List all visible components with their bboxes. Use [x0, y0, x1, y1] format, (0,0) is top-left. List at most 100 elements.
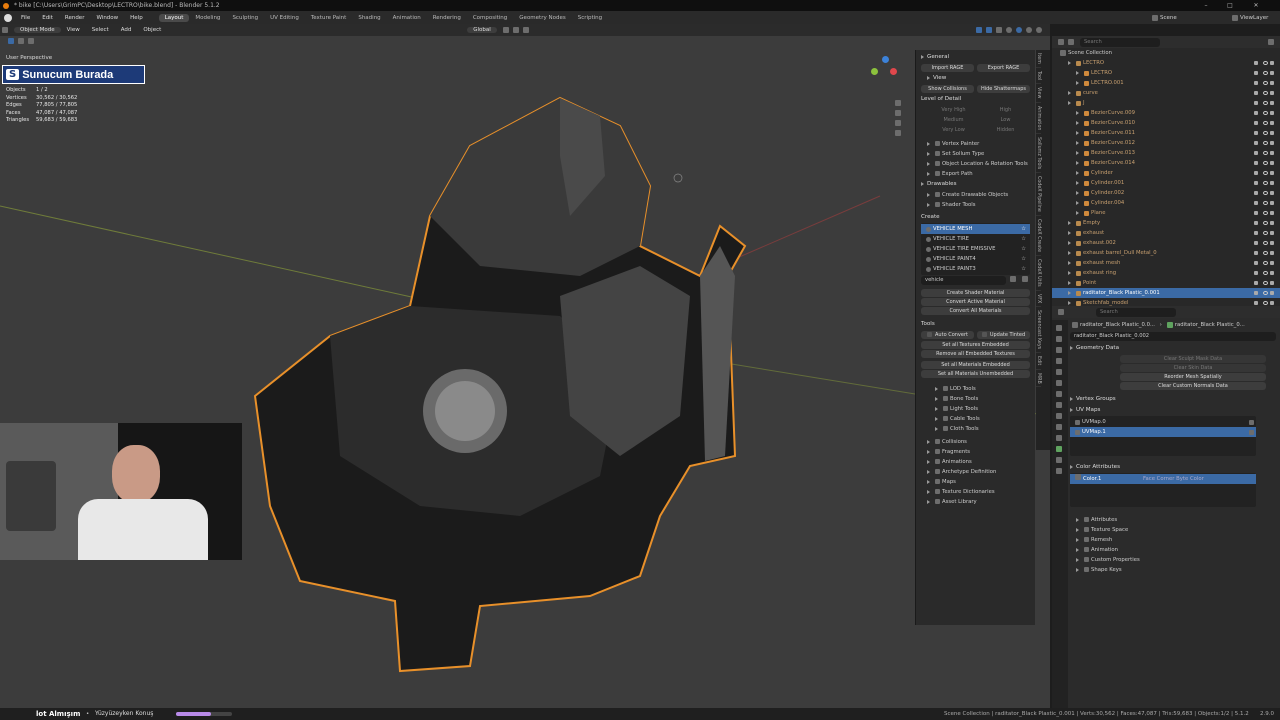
prop-tab-modifiers-icon[interactable]	[1056, 402, 1062, 408]
expand-arrow-icon[interactable]	[927, 141, 930, 146]
update-tinted-button[interactable]: Update Tinted	[977, 331, 1030, 339]
expand-arrow-icon[interactable]	[1076, 121, 1079, 125]
clear-sculpt-button[interactable]: Clear Sculpt Mask Data	[1120, 355, 1266, 363]
selectable-icon[interactable]	[1254, 261, 1258, 265]
outliner-item[interactable]: BezierCurve.012	[1052, 138, 1280, 148]
visibility-eye-icon[interactable]	[1263, 291, 1268, 295]
visibility-eye-icon[interactable]	[1263, 141, 1268, 145]
xray-icon[interactable]	[996, 27, 1002, 33]
shading-solid-icon[interactable]	[1016, 27, 1022, 33]
prop-tab-scene-icon[interactable]	[1056, 369, 1062, 375]
selectable-icon[interactable]	[1254, 161, 1258, 165]
workspace-tab-rendering[interactable]: Rendering	[427, 14, 467, 22]
tool-panel-vertex-painter[interactable]: Vertex Painter	[921, 139, 1030, 149]
workspace-tab-modeling[interactable]: Modeling	[189, 14, 226, 22]
expand-arrow-icon[interactable]	[1076, 81, 1079, 85]
expand-arrow-icon[interactable]	[1076, 191, 1079, 195]
visibility-eye-icon[interactable]	[1263, 81, 1268, 85]
select-extend-icon[interactable]	[28, 38, 34, 44]
outliner-item[interactable]: BezierCurve.011	[1052, 128, 1280, 138]
visibility-eye-icon[interactable]	[1263, 251, 1268, 255]
selectable-icon[interactable]	[1254, 221, 1258, 225]
sidebar-tab-sollumz-tools[interactable]: Sollumz Tools	[1036, 134, 1041, 174]
render-camera-icon[interactable]	[1270, 251, 1274, 255]
remove-embedded-button[interactable]: Remove all Embedded Textures	[921, 350, 1030, 358]
shader-search-input[interactable]: vehicle	[921, 276, 1006, 285]
workspace-tab-scripting[interactable]: Scripting	[572, 14, 608, 22]
prop-tab-world-icon[interactable]	[1056, 380, 1062, 386]
camera-icon[interactable]	[895, 120, 901, 126]
sidebar-tab-edit[interactable]: Edit	[1036, 353, 1041, 370]
expand-arrow-icon[interactable]	[927, 449, 930, 454]
properties-section-animation[interactable]: Animation	[1070, 545, 1276, 555]
expand-arrow-icon[interactable]	[1076, 517, 1079, 522]
properties-search[interactable]: Search	[1096, 307, 1176, 317]
uv-map-item[interactable]: UVMap.0	[1070, 417, 1256, 427]
expand-arrow-icon[interactable]	[1076, 131, 1079, 135]
sidebar-tab-codex-utils[interactable]: CodeX Utils	[1036, 256, 1041, 291]
expand-arrow-icon[interactable]	[927, 202, 930, 207]
shader-list-item[interactable]: VEHICLE TIRE ☆	[921, 234, 1030, 244]
prop-tab-object-icon[interactable]	[1056, 391, 1062, 397]
expand-arrow-icon[interactable]	[1076, 201, 1079, 205]
axis-y-icon[interactable]	[871, 68, 878, 75]
selectable-icon[interactable]	[1254, 121, 1258, 125]
general-header[interactable]: General	[927, 54, 949, 60]
render-camera-icon[interactable]	[1270, 101, 1274, 105]
sidebar-tab-tool[interactable]: Tool	[1036, 68, 1041, 85]
star-icon[interactable]: ☆	[1021, 254, 1026, 264]
sidebar-tab-animation[interactable]: Animation	[1036, 103, 1041, 135]
tool-panel-set-sollum-type[interactable]: Set Sollum Type	[921, 149, 1030, 159]
mode-select[interactable]: Object Mode	[14, 27, 61, 33]
selectable-icon[interactable]	[1254, 141, 1258, 145]
expand-arrow-icon[interactable]	[935, 416, 938, 421]
section-panel-texture-dictionaries[interactable]: Texture Dictionaries	[921, 487, 1030, 497]
expand-arrow-icon[interactable]	[1068, 101, 1071, 105]
scene-name[interactable]: Scene	[1160, 15, 1230, 21]
reorder-mesh-button[interactable]: Reorder Mesh Spatially	[1120, 373, 1266, 381]
outliner-item[interactable]: exhaust	[1052, 228, 1280, 238]
lod-high-button[interactable]: High	[981, 106, 1030, 114]
prop-tab-output-icon[interactable]	[1056, 347, 1062, 353]
outliner-item[interactable]: Point	[1052, 278, 1280, 288]
render-camera-icon[interactable]	[1270, 171, 1274, 175]
star-icon[interactable]: ☆	[1021, 264, 1026, 274]
shader-list-item[interactable]: VEHICLE PAINT4 ☆	[921, 254, 1030, 264]
render-camera-icon[interactable]	[1270, 121, 1274, 125]
sidebar-tab-codex-pipeline[interactable]: CodeX Pipeline	[1036, 173, 1041, 217]
minimize-icon[interactable]: –	[1196, 0, 1216, 11]
expand-arrow-icon[interactable]	[927, 459, 930, 464]
expand-arrow-icon[interactable]	[935, 406, 938, 411]
create-shader-button[interactable]: Create Shader Material	[921, 289, 1030, 297]
engine-model[interactable]	[253, 96, 747, 673]
lod-medium-button[interactable]: Medium	[929, 116, 978, 124]
uv-render-icon[interactable]	[1249, 419, 1254, 425]
selectable-icon[interactable]	[1254, 111, 1258, 115]
properties-section-texture-space[interactable]: Texture Space	[1070, 525, 1276, 535]
sidebar-tab-view[interactable]: View	[1036, 84, 1041, 103]
expand-arrow-icon[interactable]	[1068, 291, 1071, 295]
render-camera-icon[interactable]	[1270, 71, 1274, 75]
visibility-eye-icon[interactable]	[1263, 171, 1268, 175]
menu-window[interactable]: Window	[90, 15, 124, 21]
viewport-menu-view[interactable]: View	[61, 27, 86, 33]
star-icon[interactable]: ☆	[1021, 244, 1026, 254]
update-tinted-checkbox[interactable]	[981, 332, 987, 337]
viewport-menu-add[interactable]: Add	[115, 27, 138, 33]
expand-arrow-icon[interactable]	[1068, 241, 1071, 245]
expand-arrow-icon[interactable]	[1068, 281, 1071, 285]
section-panel-maps[interactable]: Maps	[921, 477, 1030, 487]
visibility-eye-icon[interactable]	[1263, 211, 1268, 215]
set-textures-embedded-button[interactable]: Set all Textures Embedded	[921, 341, 1030, 349]
outliner-item[interactable]: LECTRO.001	[1052, 78, 1280, 88]
shader-list-item[interactable]: VEHICLE TIRE EMISSIVE ☆	[921, 244, 1030, 254]
prop-tab-data-icon[interactable]	[1056, 446, 1062, 452]
set-materials-embedded-button[interactable]: Set all Materials Embedded	[921, 361, 1030, 369]
blender-menu-icon[interactable]	[4, 13, 12, 22]
export-rage-button[interactable]: Export RAGE	[977, 64, 1030, 72]
properties-section-shape-keys[interactable]: Shape Keys	[1070, 565, 1276, 575]
pan-hand-icon[interactable]	[895, 110, 901, 116]
selectable-icon[interactable]	[1254, 241, 1258, 245]
section-panel-collisions[interactable]: Collisions	[921, 437, 1030, 447]
workspace-tab-uv-editing[interactable]: UV Editing	[264, 14, 305, 22]
